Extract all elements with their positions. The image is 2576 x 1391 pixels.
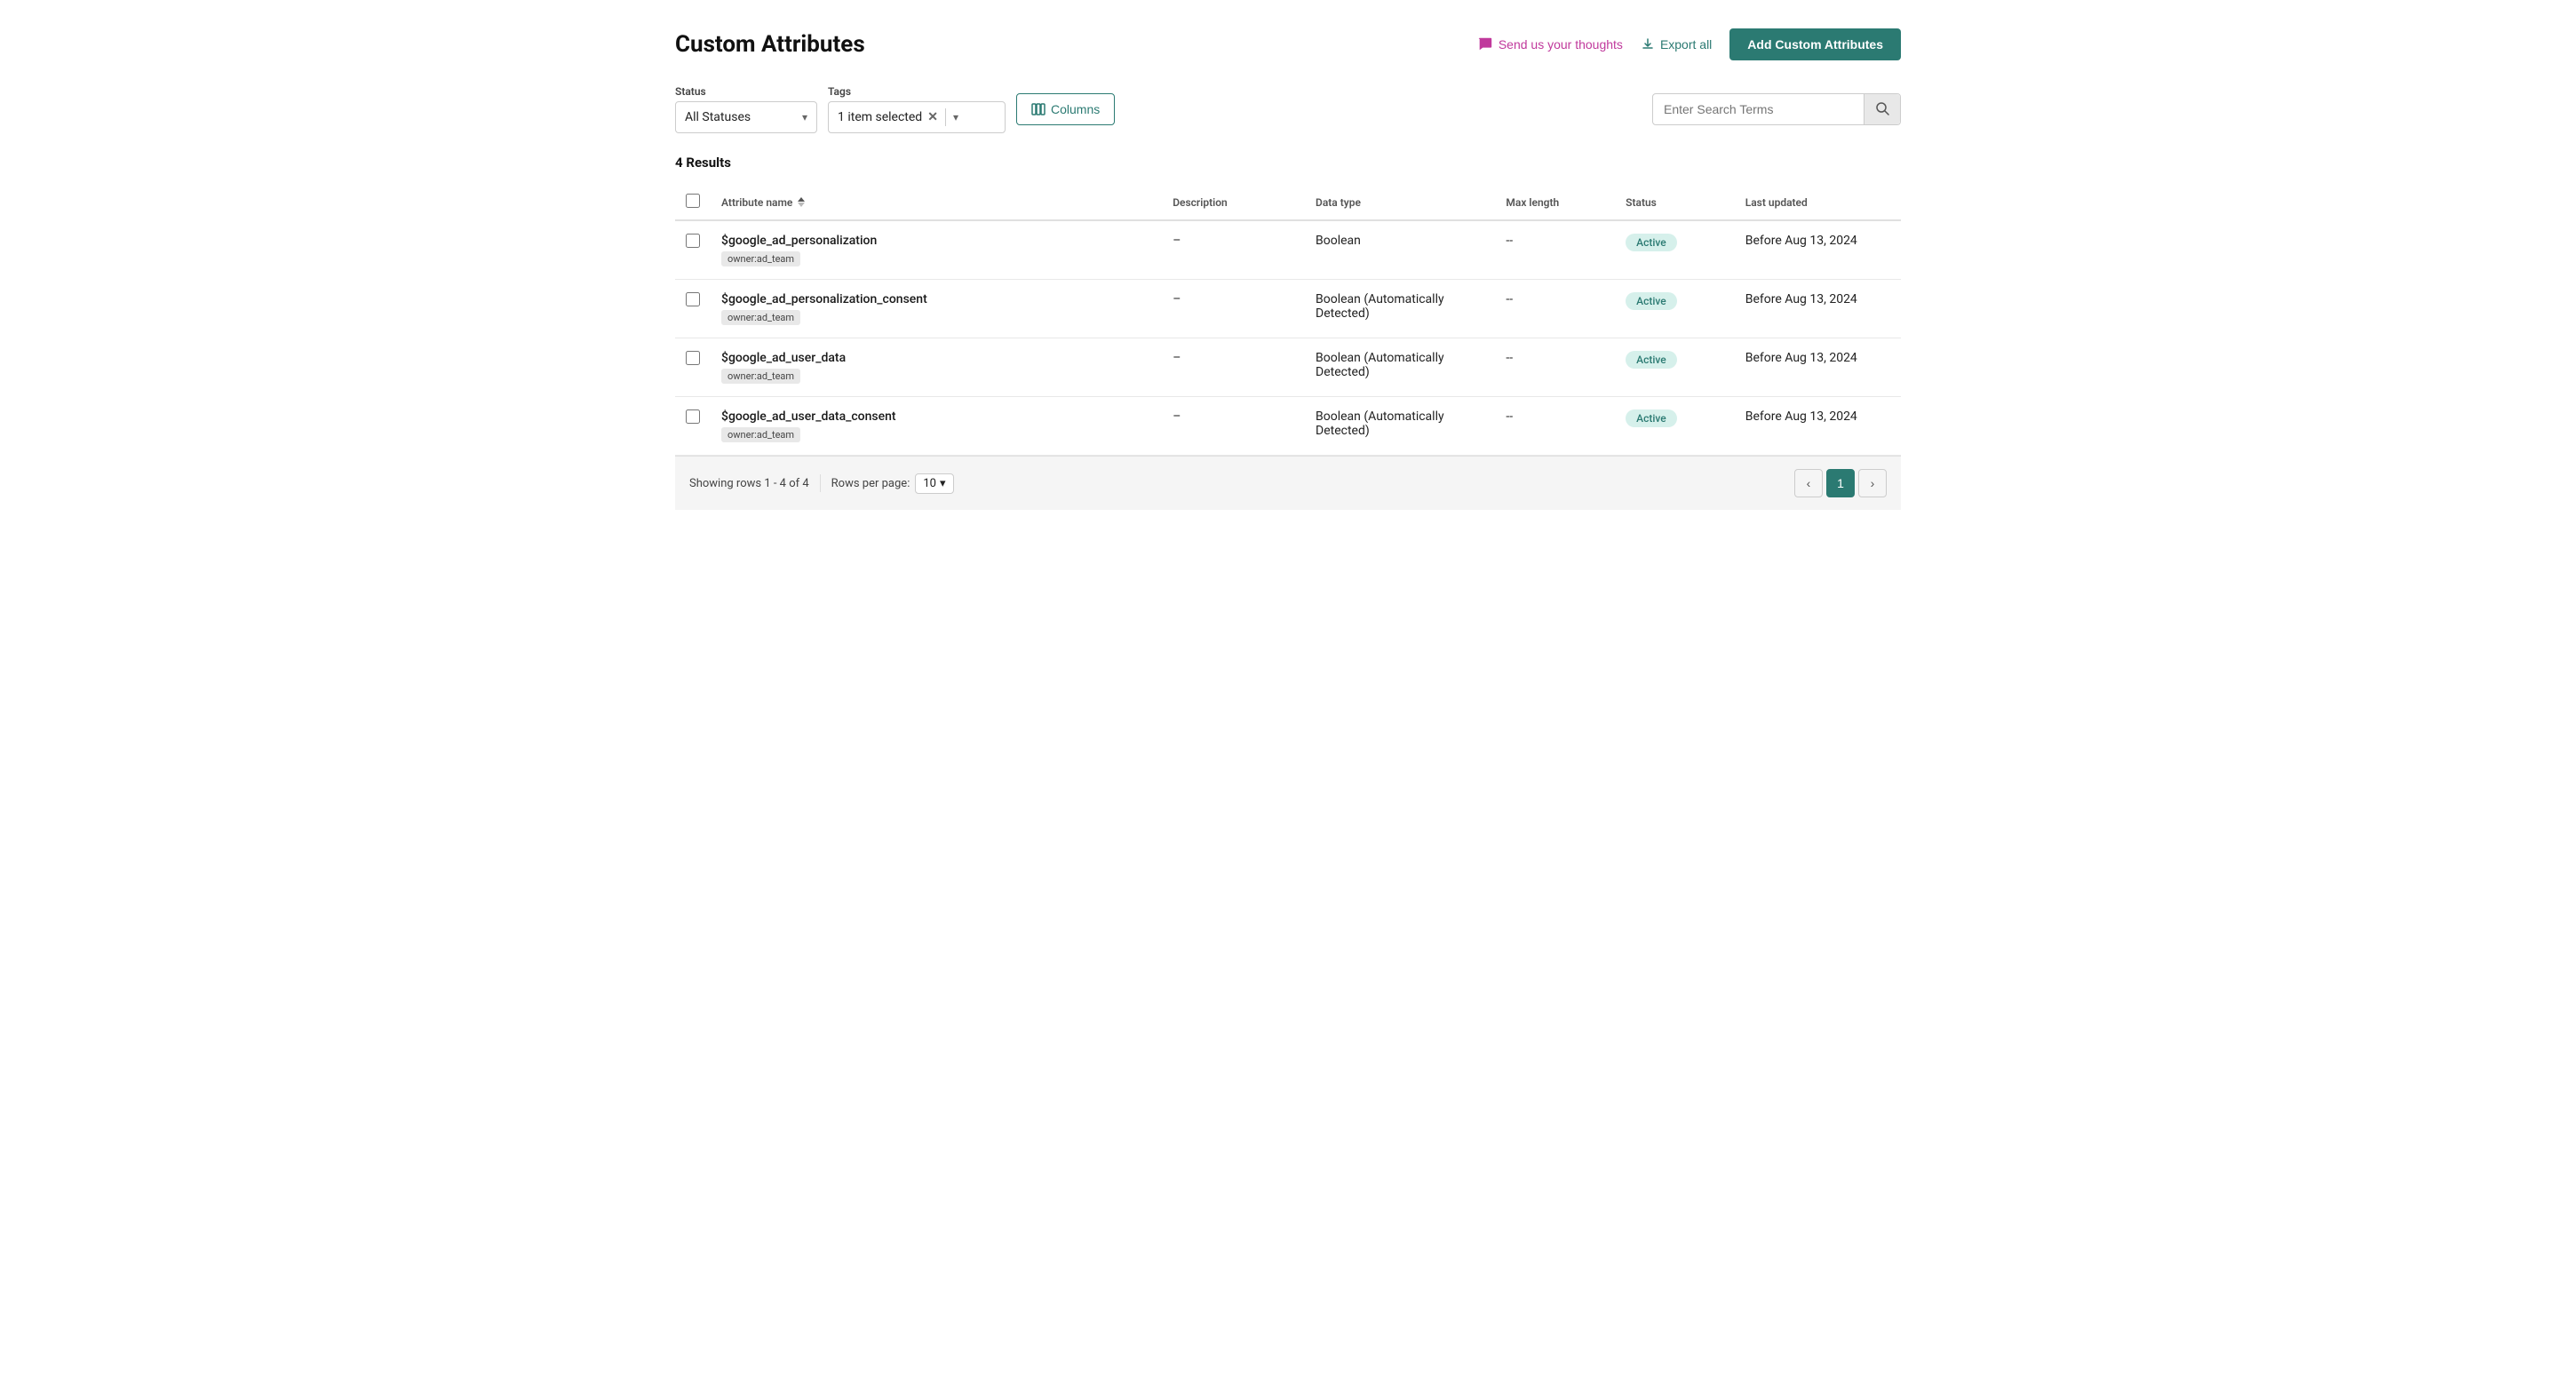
attribute-description: –: [1162, 338, 1305, 397]
attribute-lastupdated: Before Aug 13, 2024: [1735, 397, 1901, 456]
attribute-datatype: Boolean (Automatically Detected): [1305, 338, 1495, 397]
attribute-name-cell: $google_ad_personalization_consent owner:…: [721, 292, 1151, 325]
attribute-maxlength: --: [1495, 280, 1615, 338]
attribute-tag: owner:ad_team: [721, 427, 800, 442]
status-badge: Active: [1626, 409, 1677, 427]
send-thoughts-label: Send us your thoughts: [1499, 37, 1623, 52]
speech-bubble-icon: [1477, 36, 1493, 52]
attribute-lastupdated: Before Aug 13, 2024: [1735, 338, 1901, 397]
showing-info: Showing rows 1 - 4 of 4 Rows per page: 1…: [689, 473, 954, 494]
tags-filter-group: Tags 1 item selected ✕ ▾: [828, 85, 1006, 133]
col-header-lastupdated: Last updated: [1735, 185, 1901, 220]
attribute-datatype: Boolean (Automatically Detected): [1305, 280, 1495, 338]
attribute-maxlength: --: [1495, 397, 1615, 456]
pagination-divider: [820, 474, 821, 492]
attribute-name[interactable]: $google_ad_user_data_consent: [721, 409, 1151, 424]
status-badge: Active: [1626, 351, 1677, 369]
prev-page-button[interactable]: ‹: [1794, 469, 1823, 497]
sort-icon: [798, 197, 805, 207]
attribute-status-cell: Active: [1615, 397, 1735, 456]
select-all-checkbox[interactable]: [686, 194, 700, 208]
attribute-lastupdated: Before Aug 13, 2024: [1735, 220, 1901, 280]
attribute-tag: owner:ad_team: [721, 310, 800, 325]
results-count: 4 Results: [675, 155, 1901, 171]
tags-label: Tags: [828, 85, 1006, 98]
table-row: $google_ad_personalization_consent owner:…: [675, 280, 1901, 338]
attribute-name[interactable]: $google_ad_personalization: [721, 234, 1151, 248]
row-checkbox[interactable]: [686, 409, 700, 424]
col-header-name[interactable]: Attribute name: [711, 185, 1162, 220]
status-badge: Active: [1626, 234, 1677, 251]
table-row: $google_ad_personalization owner:ad_team –…: [675, 220, 1901, 280]
attribute-lastupdated: Before Aug 13, 2024: [1735, 280, 1901, 338]
current-page-button[interactable]: 1: [1826, 469, 1855, 497]
pagination-row: Showing rows 1 - 4 of 4 Rows per page: 1…: [675, 456, 1901, 510]
attribute-name-cell: $google_ad_user_data_consent owner:ad_tea…: [721, 409, 1151, 442]
tags-divider: [945, 108, 946, 126]
tags-chevron-icon: ▾: [953, 111, 958, 123]
row-checkbox[interactable]: [686, 351, 700, 365]
search-input[interactable]: [1653, 102, 1864, 116]
col-header-datatype: Data type: [1305, 185, 1495, 220]
attribute-description: –: [1162, 220, 1305, 280]
attribute-description: –: [1162, 397, 1305, 456]
status-label: Status: [675, 85, 817, 98]
status-chevron-icon: ▾: [802, 111, 807, 123]
table-row: $google_ad_user_data owner:ad_team –Boolea…: [675, 338, 1901, 397]
attribute-name-cell: $google_ad_user_data owner:ad_team: [721, 351, 1151, 384]
export-button[interactable]: Export all: [1641, 37, 1712, 52]
columns-button-wrapper: Columns: [1016, 93, 1115, 125]
status-filter-group: Status All Statuses ▾: [675, 85, 817, 133]
attribute-maxlength: --: [1495, 220, 1615, 280]
tags-select-value: 1 item selected: [838, 110, 922, 124]
attribute-tag: owner:ad_team: [721, 251, 800, 266]
attribute-status-cell: Active: [1615, 338, 1735, 397]
page-nav: ‹ 1 ›: [1794, 469, 1887, 497]
attribute-status-cell: Active: [1615, 220, 1735, 280]
rows-per-page-group: Rows per page: 10 ▾: [831, 473, 954, 494]
col-header-description: Description: [1162, 185, 1305, 220]
page-title: Custom Attributes: [675, 31, 865, 58]
rows-per-page-value: 10: [923, 477, 936, 490]
search-icon: [1875, 101, 1889, 115]
attribute-name[interactable]: $google_ad_user_data: [721, 351, 1151, 365]
attribute-datatype: Boolean (Automatically Detected): [1305, 397, 1495, 456]
attribute-name[interactable]: $google_ad_personalization_consent: [721, 292, 1151, 306]
status-select-value: All Statuses: [685, 110, 795, 124]
next-page-button[interactable]: ›: [1858, 469, 1887, 497]
attribute-datatype: Boolean: [1305, 220, 1495, 280]
rows-per-page-label: Rows per page:: [831, 477, 910, 490]
attribute-description: –: [1162, 280, 1305, 338]
row-checkbox[interactable]: [686, 234, 700, 248]
tags-clear-icon[interactable]: ✕: [927, 110, 938, 124]
add-custom-attributes-button[interactable]: Add Custom Attributes: [1729, 28, 1901, 60]
status-badge: Active: [1626, 292, 1677, 310]
col-header-maxlength: Max length: [1495, 185, 1615, 220]
status-select[interactable]: All Statuses ▾: [675, 101, 817, 133]
attribute-status-cell: Active: [1615, 280, 1735, 338]
attribute-tag: owner:ad_team: [721, 369, 800, 384]
attribute-maxlength: --: [1495, 338, 1615, 397]
col-header-status: Status: [1615, 185, 1735, 220]
row-checkbox[interactable]: [686, 292, 700, 306]
search-button[interactable]: [1864, 94, 1900, 124]
rows-per-page-select[interactable]: 10 ▾: [915, 473, 953, 494]
columns-button[interactable]: Columns: [1016, 93, 1115, 125]
export-icon: [1641, 37, 1655, 52]
table-row: $google_ad_user_data_consent owner:ad_tea…: [675, 397, 1901, 456]
select-all-header: [675, 185, 711, 220]
send-thoughts-button[interactable]: Send us your thoughts: [1477, 36, 1623, 52]
attribute-name-cell: $google_ad_personalization owner:ad_team: [721, 234, 1151, 266]
columns-icon: [1031, 102, 1046, 116]
header-actions: Send us your thoughts Export all Add Cus…: [1477, 28, 1901, 60]
columns-label: Columns: [1051, 102, 1100, 116]
export-label: Export all: [1660, 37, 1712, 52]
tags-select[interactable]: 1 item selected ✕ ▾: [828, 101, 1006, 133]
rows-per-page-chevron: ▾: [940, 477, 946, 490]
search-wrapper: [1652, 93, 1901, 125]
attributes-table: Attribute name Description Data type Max…: [675, 185, 1901, 456]
filters-row: Status All Statuses ▾ Tags 1 item select…: [675, 85, 1901, 133]
showing-text: Showing rows 1 - 4 of 4: [689, 477, 809, 490]
